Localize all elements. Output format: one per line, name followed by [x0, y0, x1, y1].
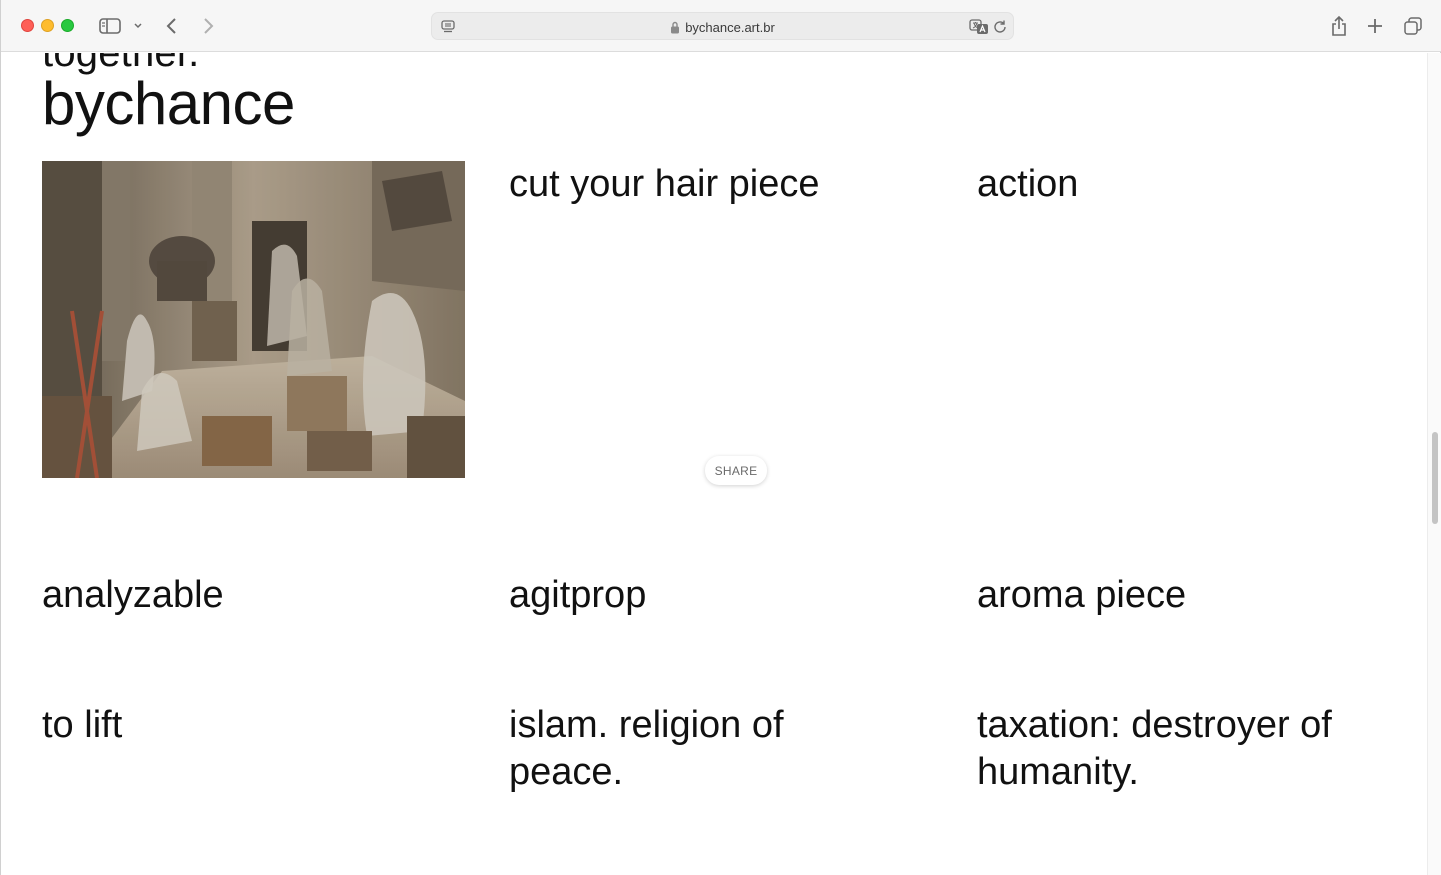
url-text: bychance.art.br — [685, 19, 775, 35]
share-button[interactable]: SHARE — [705, 456, 767, 485]
item-title[interactable]: to lift — [42, 702, 462, 749]
forward-arrow-icon[interactable] — [197, 14, 219, 38]
item-title[interactable]: analyzable — [42, 572, 462, 619]
page-content: together. bychance cut your hair piece a… — [2, 53, 1426, 875]
zoom-window-button[interactable] — [61, 19, 74, 32]
new-tab-icon[interactable] — [1363, 14, 1387, 38]
chevron-down-icon[interactable] — [131, 14, 145, 38]
scrollbar-track[interactable] — [1427, 53, 1441, 875]
lock-icon — [670, 21, 680, 34]
item-title[interactable]: aroma piece — [977, 572, 1397, 619]
item-title[interactable]: cut your hair piece — [509, 161, 929, 208]
address-bar[interactable]: bychance.art.br — [431, 12, 1014, 40]
minimize-window-button[interactable] — [41, 19, 54, 32]
back-arrow-icon[interactable] — [161, 14, 183, 38]
tab-overview-icon[interactable] — [1401, 14, 1425, 38]
item-title[interactable]: agitprop — [509, 572, 929, 619]
share-icon[interactable] — [1327, 14, 1351, 38]
browser-toolbar: bychance.art.br — [1, 0, 1441, 52]
item-title[interactable]: action — [977, 161, 1397, 208]
item-title[interactable]: taxation: destroyer of humanity. — [977, 702, 1377, 796]
close-window-button[interactable] — [21, 19, 34, 32]
site-title[interactable]: bychance — [42, 74, 295, 134]
translate-icon[interactable] — [969, 18, 989, 36]
scrollbar-thumb[interactable] — [1432, 432, 1438, 524]
browser-window: bychance.art.br together. bychance cut y… — [0, 0, 1441, 875]
museum-statues-image[interactable] — [42, 161, 465, 478]
sidebar-toggle-icon[interactable] — [97, 14, 123, 38]
reload-icon[interactable] — [992, 19, 1008, 35]
item-title[interactable]: islam. religion of peace. — [509, 702, 829, 796]
